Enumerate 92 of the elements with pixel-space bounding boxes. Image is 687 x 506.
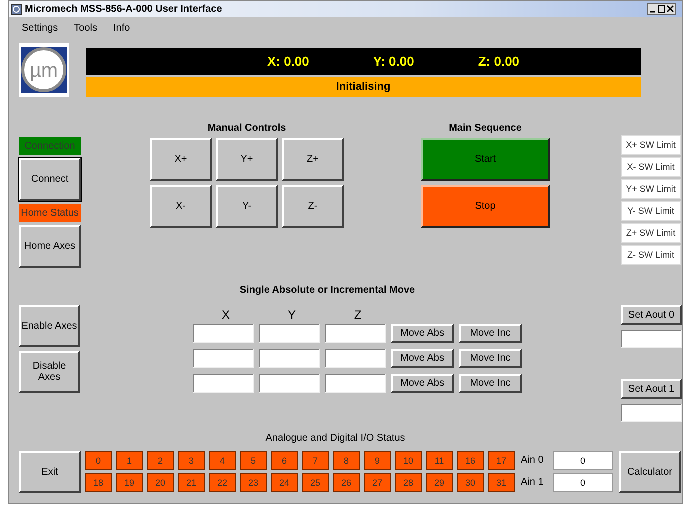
io-indicator: 18 [85,473,112,492]
move-button[interactable]: Move Inc [459,349,522,368]
input-field[interactable] [325,374,386,393]
io-indicator: 27 [364,473,391,492]
analog-label: Ain 0 [521,455,545,466]
io-indicator: 10 [395,451,422,470]
status-indicator: Connection [19,137,81,155]
move-button[interactable]: Move Inc [459,324,522,343]
input-field[interactable] [621,404,682,422]
analog-label: Ain 1 [521,477,545,488]
input-field[interactable] [259,349,320,368]
status-bar: Initialising [86,77,641,97]
limit-indicator: X- SW Limit [621,157,681,177]
column-label: Y [286,308,297,324]
io-indicator: 25 [302,473,329,492]
analog-value: 0 [553,473,613,492]
io-indicator: 17 [488,451,515,470]
close-icon[interactable] [666,4,675,14]
panel-button[interactable]: Home Axes [19,225,81,268]
limit-indicator: Z+ SW Limit [621,223,681,243]
limit-indicator: X+ SW Limit [621,135,681,155]
jog-button[interactable]: Z+ [282,138,344,181]
io-indicator: 2 [147,451,174,470]
maximize-icon[interactable] [657,4,666,14]
limit-indicator: Y- SW Limit [621,201,681,221]
section-title: Main Sequence [449,123,522,134]
limit-indicator: Y+ SW Limit [621,179,681,199]
input-field[interactable] [193,349,254,368]
panel-button[interactable]: Connect [19,158,81,201]
column-label: Z [353,308,363,324]
section-title: Analogue and Digital I/O Status [266,433,406,445]
io-indicator: 4 [209,451,236,470]
position-readout: X: 0.00 [267,54,310,69]
io-indicator: 7 [302,451,329,470]
input-field[interactable] [193,324,254,343]
position-readout: Z: 0.00 [478,54,520,69]
jog-button[interactable]: Y+ [216,138,278,181]
menu-item[interactable]: Settings [17,22,64,34]
io-indicator: 20 [147,473,174,492]
axes-button[interactable]: Enable Axes [19,305,80,347]
input-field[interactable] [259,374,320,393]
input-field[interactable] [193,374,254,393]
jog-button[interactable]: X- [150,185,212,228]
io-indicator: 22 [209,473,236,492]
io-indicator: 1 [116,451,143,470]
jog-button[interactable]: Z- [282,185,344,228]
io-indicator: 28 [395,473,422,492]
move-button[interactable]: Move Abs [391,324,454,343]
move-button[interactable]: Move Abs [391,349,454,368]
io-indicator: 11 [426,451,453,470]
axes-button[interactable]: Disable Axes [19,351,80,393]
column-label: X [220,308,231,324]
io-indicator: 29 [426,473,453,492]
io-indicator: 5 [240,451,267,470]
io-indicator: 16 [457,451,484,470]
io-indicator: 0 [85,451,112,470]
aout-button[interactable]: Set Aout 0 [621,305,682,325]
menu-item[interactable]: Tools [69,22,102,34]
sequence-button[interactable]: Start [421,138,550,181]
io-indicator: 19 [116,473,143,492]
menu-item[interactable]: Info [108,22,136,34]
io-indicator: 8 [333,451,360,470]
jog-button[interactable]: Y- [216,185,278,228]
calculator-button[interactable]: Calculator [619,451,681,493]
input-field[interactable] [259,324,320,343]
io-indicator: 26 [333,473,360,492]
move-button[interactable]: Move Abs [391,374,454,393]
section-title: Single Absolute or Incremental Move [240,285,416,296]
aout-button[interactable]: Set Aout 1 [621,379,682,399]
jog-button[interactable]: X+ [150,138,212,181]
section-title: Manual Controls [208,123,286,134]
io-indicator: 6 [271,451,298,470]
input-field[interactable] [325,349,386,368]
io-indicator: 9 [364,451,391,470]
status-indicator: Home Status [19,204,81,222]
io-indicator: 30 [457,473,484,492]
limit-indicator: Z- SW Limit [621,245,681,265]
io-indicator: 31 [488,473,515,492]
app-icon [11,4,22,14]
io-indicator: 24 [271,473,298,492]
io-indicator: 23 [240,473,267,492]
input-field[interactable] [325,324,386,343]
io-indicator: 21 [178,473,205,492]
analog-value: 0 [553,451,613,470]
window-title: Micromech MSS-856-A-000 User Interface [25,4,224,14]
logo: µm [19,43,69,97]
sequence-button[interactable]: Stop [421,185,550,228]
move-button[interactable]: Move Inc [459,374,522,393]
position-readout: Y: 0.00 [373,54,414,69]
io-indicator: 3 [178,451,205,470]
exit-button[interactable]: Exit [19,451,81,493]
input-field[interactable] [621,330,682,348]
